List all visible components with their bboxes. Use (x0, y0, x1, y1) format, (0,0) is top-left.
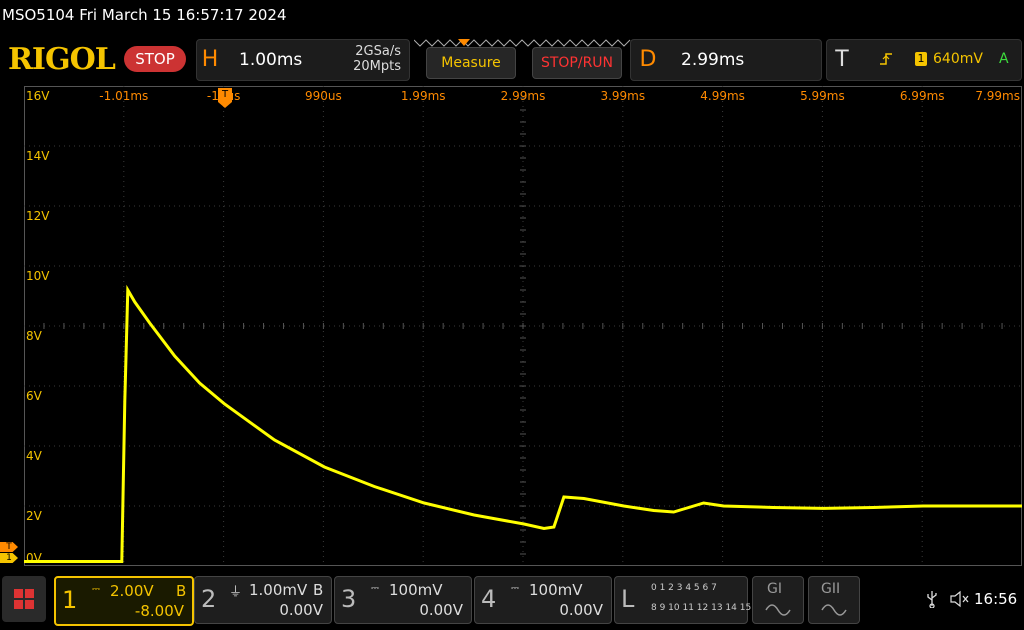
channel-1-panel[interactable]: 1 ⎓ 2.00V B -8.00V (54, 576, 194, 626)
voltage-tick-label: 10V (26, 269, 50, 283)
voltage-tick-label: 4V (26, 449, 43, 463)
waveform-plot[interactable]: -1.01ms-10us990us1.99ms2.99ms3.99ms4.99m… (24, 86, 1022, 566)
delay-letter: D (639, 47, 657, 72)
ch1-offset: -8.00V (134, 602, 184, 620)
sine-wave-icon (821, 603, 847, 617)
ch3-offset: 0.00V (419, 601, 463, 619)
voltage-tick-label: 6V (26, 389, 43, 403)
la-channels-low: 0 1 2 3 4 5 6 7 (651, 583, 717, 593)
channel-1-ground-marker[interactable]: 1 (0, 553, 18, 563)
time-tick-label: 6.99ms (900, 89, 945, 103)
memory-depth: 20Mpts (353, 59, 401, 74)
time-tick-label: 2.99ms (501, 89, 546, 103)
dc-coupling-icon: ⎓ (92, 584, 100, 595)
sine-wave-icon (765, 603, 791, 617)
trigger-level: 640mV (933, 51, 983, 67)
channel-bar: 1 ⎓ 2.00V B -8.00V 2 ⏚ 1.00mV B 0.00V 3 … (0, 572, 1024, 630)
ground-coupling-icon: ⏚ (229, 585, 243, 600)
g2-label: GII (821, 581, 841, 597)
horizontal-letter: H (201, 47, 219, 72)
stop-run-button[interactable]: STOP/RUN (532, 47, 622, 79)
trigger-marker-label: T (6, 542, 12, 552)
grid-lines (24, 86, 1022, 566)
ch4-offset: 0.00V (559, 601, 603, 619)
ch1-marker-label: 1 (6, 553, 12, 563)
time-tick-label: 7.99ms (975, 89, 1020, 103)
voltage-tick-label: 16V (26, 89, 50, 103)
rising-edge-icon (879, 51, 893, 67)
trigger-source: 1 (915, 52, 927, 66)
generator-1-button[interactable]: GI (752, 576, 804, 624)
device-datetime: MSO5104 Fri March 15 16:57:17 2024 (2, 6, 287, 24)
channel-4-panel[interactable]: 4 ⎓ 100mV 0.00V (474, 576, 612, 624)
ch2-number: 2 (201, 585, 217, 613)
channel-3-panel[interactable]: 3 ⎓ 100mV 0.00V (334, 576, 472, 624)
ch1-scale: 2.00V (110, 582, 154, 600)
trigger-pos-label: T (221, 89, 229, 100)
la-channels-high: 8 9 10 11 12 13 14 15 (651, 603, 752, 613)
trigger-mode: A (999, 51, 1009, 67)
time-tick-label: 3.99ms (600, 89, 645, 103)
status-bar: MSO5104 Fri March 15 16:57:17 2024 (0, 0, 1024, 32)
header-bar: RIGOL STOP H 1.00ms 2GSa/s 20Mpts Measur… (0, 36, 1024, 84)
ch2-scale: 1.00mV (249, 581, 308, 599)
voltage-tick-label: 8V (26, 329, 43, 343)
horizontal-panel[interactable]: H 1.00ms 2GSa/s 20Mpts (196, 39, 410, 81)
sample-rate: 2GSa/s (355, 44, 401, 59)
trigger-panel[interactable]: T 1 640mV A (826, 39, 1022, 81)
trigger-letter: T (835, 47, 849, 72)
delay-panel[interactable]: D 2.99ms (630, 39, 822, 81)
time-tick-label: 5.99ms (800, 89, 845, 103)
ch1-bandwidth: B (176, 582, 187, 600)
dc-coupling-icon: ⎓ (371, 583, 379, 594)
channel-1-trace (24, 284, 1022, 563)
logic-analyzer-panel[interactable]: L 0 1 2 3 4 5 6 7 8 9 10 11 12 13 14 15 (614, 576, 752, 624)
delay-value: 2.99ms (681, 50, 745, 70)
mute-icon[interactable] (950, 590, 970, 608)
ch3-scale: 100mV (389, 581, 443, 599)
waveform-display[interactable]: -1.01ms-10us990us1.99ms2.99ms3.99ms4.99m… (24, 86, 1022, 566)
time-axis-labels: -1.01ms-10us990us1.99ms2.99ms3.99ms4.99m… (99, 89, 1020, 103)
time-tick-label: -1.01ms (99, 89, 148, 103)
run-state-badge[interactable]: STOP (124, 46, 186, 72)
channel-2-panel[interactable]: 2 ⏚ 1.00mV B 0.00V (194, 576, 332, 624)
voltage-axis-labels: 16V14V12V10V8V6V4V2V0V (26, 89, 50, 565)
ch2-bandwidth: B (313, 581, 324, 599)
voltage-tick-label: 14V (26, 149, 50, 163)
generator-2-button[interactable]: GII (808, 576, 860, 624)
menu-button[interactable] (2, 576, 46, 622)
time-tick-label: 990us (305, 89, 342, 103)
la-letter: L (621, 585, 635, 613)
time-tick-label: 1.99ms (401, 89, 446, 103)
ch2-offset: 0.00V (279, 601, 323, 619)
measure-button[interactable]: Measure (426, 47, 516, 79)
dc-coupling-icon: ⎓ (511, 583, 519, 594)
voltage-tick-label: 2V (26, 509, 43, 523)
brand-logo: RIGOL (8, 42, 116, 77)
usb-icon (926, 590, 938, 608)
time-tick-label: 4.99ms (700, 89, 745, 103)
clock-time: 16:56 (974, 590, 1018, 608)
ch1-number: 1 (62, 586, 78, 614)
trigger-level-marker[interactable]: T (0, 542, 18, 552)
ch3-number: 3 (341, 585, 357, 613)
timebase-value: 1.00ms (239, 50, 303, 70)
ch4-scale: 100mV (529, 581, 583, 599)
g1-label: GI (767, 581, 782, 597)
ch4-number: 4 (481, 585, 497, 613)
voltage-tick-label: 12V (26, 209, 50, 223)
grid-menu-icon (14, 589, 36, 611)
